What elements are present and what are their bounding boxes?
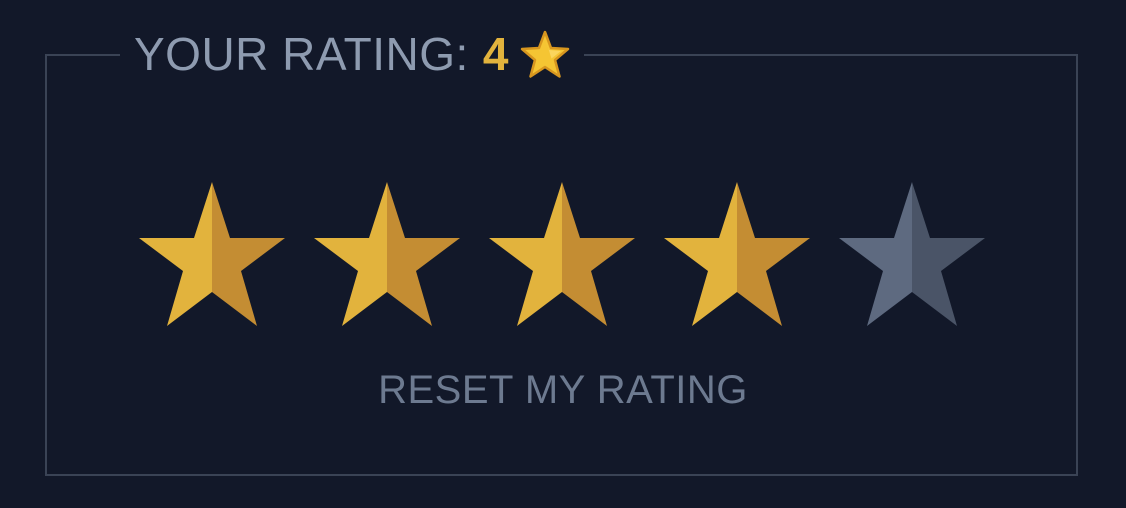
rating-value: 4 [482,28,509,80]
star-icon [839,182,985,326]
rating-star-4[interactable] [663,180,813,330]
rating-legend-label: YOUR RATING: [134,28,469,80]
reset-rating-button[interactable]: RESET MY RATING [0,368,1126,413]
rating-star-1[interactable] [138,180,288,330]
star-icon [139,182,285,326]
star-icon [489,182,635,326]
rating-star-3[interactable] [488,180,638,330]
rating-star-5[interactable] [838,180,988,330]
rating-legend: YOUR RATING: 4 [120,24,585,84]
rating-star-2[interactable] [313,180,463,330]
star-emoji-icon [520,29,570,79]
star-icon [314,182,460,326]
star-rating-control [138,180,988,330]
star-icon [664,182,810,326]
